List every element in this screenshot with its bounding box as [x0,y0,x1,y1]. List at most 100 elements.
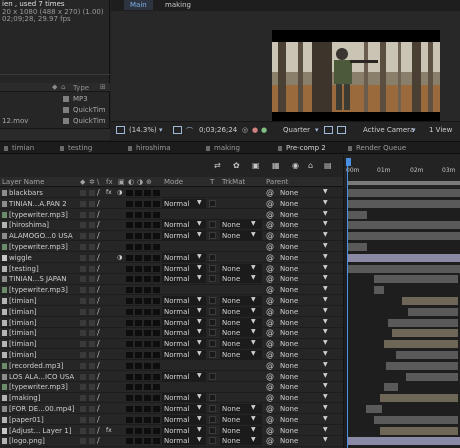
shy-switch[interactable] [80,233,86,240]
adjustment-switch[interactable] [144,244,151,250]
adjustment-switch[interactable] [144,276,151,283]
quality-switch-icon[interactable]: / [97,426,100,435]
layer-duration-bar[interactable] [347,221,460,230]
preserve-transparency-checkbox[interactable] [209,264,216,272]
motion-blur-switch[interactable] [135,427,142,434]
layer-duration-bar[interactable] [374,286,384,295]
adjustment-switch[interactable] [144,222,151,229]
layer-row[interactable]: [making] / Normal ▼ @ None ▼ [0,393,343,404]
parent-value[interactable]: None [280,189,298,197]
frame-blend-switch[interactable] [126,308,133,315]
3d-layer-switch[interactable] [153,319,160,326]
label-color-swatch[interactable] [2,352,7,358]
quality-switch-icon[interactable]: / [97,415,100,424]
shy-layers-icon[interactable]: ▣ [252,161,262,170]
chevron-down-icon[interactable]: ▾ [159,126,163,134]
quality-switch-icon[interactable]: / [97,436,100,445]
layer-duration-bar[interactable] [408,307,458,316]
collapse-switch[interactable] [89,330,95,337]
parent-pickwhip-icon[interactable]: @ [266,220,274,229]
parent-value[interactable]: None [280,373,298,381]
label-color-swatch[interactable] [2,233,7,240]
3d-layer-switch[interactable] [153,438,160,445]
label-color-swatch[interactable] [2,308,7,315]
collapse-switch[interactable] [89,438,95,445]
viewer-tab-main[interactable]: Main [124,0,153,10]
layer-duration-bar[interactable] [396,351,458,359]
preserve-transparency-checkbox[interactable] [209,437,216,445]
motion-blur-switch[interactable] [135,319,142,326]
3d-layer-switch[interactable] [153,200,160,207]
collapse-switch[interactable] [89,406,95,412]
layer-duration-bar[interactable] [406,372,458,381]
quality-switch-icon[interactable]: / [97,285,100,294]
parent-pickwhip-icon[interactable]: @ [266,415,274,424]
collapse-switch[interactable] [89,244,95,250]
layer-row[interactable]: [typewriter.mp3] / @ None ▼ [0,210,343,220]
motion-blur-switch[interactable] [135,298,142,304]
layer-row[interactable]: LOS ALA...ICO USA / Normal ▼ @ None ▼ [0,371,343,382]
snapshot-icon[interactable]: ◎ [242,126,248,134]
layer-duration-bar[interactable] [386,361,458,370]
collapse-switch[interactable] [89,416,95,423]
parent-value[interactable]: None [280,427,298,435]
collapse-switch[interactable] [89,362,95,369]
project-item[interactable]: QuickTim [0,105,110,115]
shy-switch[interactable] [80,416,86,423]
3d-layer-switch[interactable] [153,298,160,304]
layer-row[interactable]: [typewriter.mp3] / @ None ▼ [0,382,343,393]
preserve-transparency-checkbox[interactable] [209,340,216,348]
frame-blend-switch[interactable] [126,222,133,229]
frame-blend-switch[interactable] [126,341,133,348]
layer-name[interactable]: [hiroshima] [9,221,74,229]
preserve-transparency-checkbox[interactable] [209,318,216,326]
preserve-transparency-checkbox[interactable] [209,275,216,283]
adjustment-switch[interactable] [144,211,151,218]
parent-header[interactable]: Parent [266,178,288,186]
collapse-switch[interactable] [89,319,95,326]
parent-pickwhip-icon[interactable]: @ [266,199,274,208]
collapse-switch[interactable] [89,373,95,380]
views-dropdown[interactable]: 1 View [429,126,452,134]
quality-switch-icon[interactable]: / [97,361,100,370]
preserve-transparency-checkbox[interactable] [209,405,216,412]
shy-switch[interactable] [80,287,86,294]
frame-blend-switch[interactable] [126,384,133,391]
motion-blur-switch[interactable] [135,287,142,294]
frame-blend-switch[interactable] [126,287,133,294]
parent-pickwhip-icon[interactable]: @ [266,188,274,197]
3d-layer-switch[interactable] [153,233,160,240]
layer-row[interactable]: [timian] / Normal ▼ None ▼ @ None ▼ [0,296,343,307]
label-color-swatch[interactable] [2,287,7,294]
draft-3d-icon[interactable]: ✿ [233,161,243,170]
label-color-swatch[interactable] [2,319,7,326]
layer-name[interactable]: blackbars [9,189,74,197]
collapse-switch[interactable] [89,211,95,218]
label-color-swatch[interactable] [2,254,7,261]
label-color-swatch[interactable] [2,416,7,423]
motion-blur-switch[interactable] [135,308,142,315]
parent-value[interactable]: None [280,383,298,391]
label-color-swatch[interactable] [2,211,7,218]
quality-switch-icon[interactable]: / [97,404,100,413]
label-color-swatch[interactable] [2,298,7,304]
parent-pickwhip-icon[interactable]: @ [266,382,274,391]
layer-row[interactable]: [timian] / Normal ▼ None ▼ @ None ▼ [0,339,343,350]
collapse-switch[interactable] [89,190,95,196]
layer-duration-bar[interactable] [388,318,458,327]
layer-name[interactable]: [making] [9,394,74,402]
layer-row[interactable]: [testing] / Normal ▼ None ▼ @ None ▼ [0,263,343,274]
adjustment-switch[interactable] [144,438,151,445]
motion-blur-switch[interactable] [135,190,142,196]
effects-switch[interactable]: fx [106,427,112,434]
layer-row[interactable]: blackbars / fx ◑ @ None ▼ [0,188,343,199]
frame-blend-switch[interactable] [126,190,133,196]
quality-switch-icon[interactable]: / [97,199,100,208]
3d-layer-switch[interactable] [153,190,160,196]
adjustment-switch[interactable] [144,298,151,304]
shy-switch[interactable] [80,362,86,369]
motion-blur-switch[interactable] [135,222,142,229]
adjustment-layer-icon[interactable]: ◑ [117,254,122,261]
layer-name[interactable]: [timian] [9,329,74,337]
motion-blur-switch[interactable] [135,276,142,283]
